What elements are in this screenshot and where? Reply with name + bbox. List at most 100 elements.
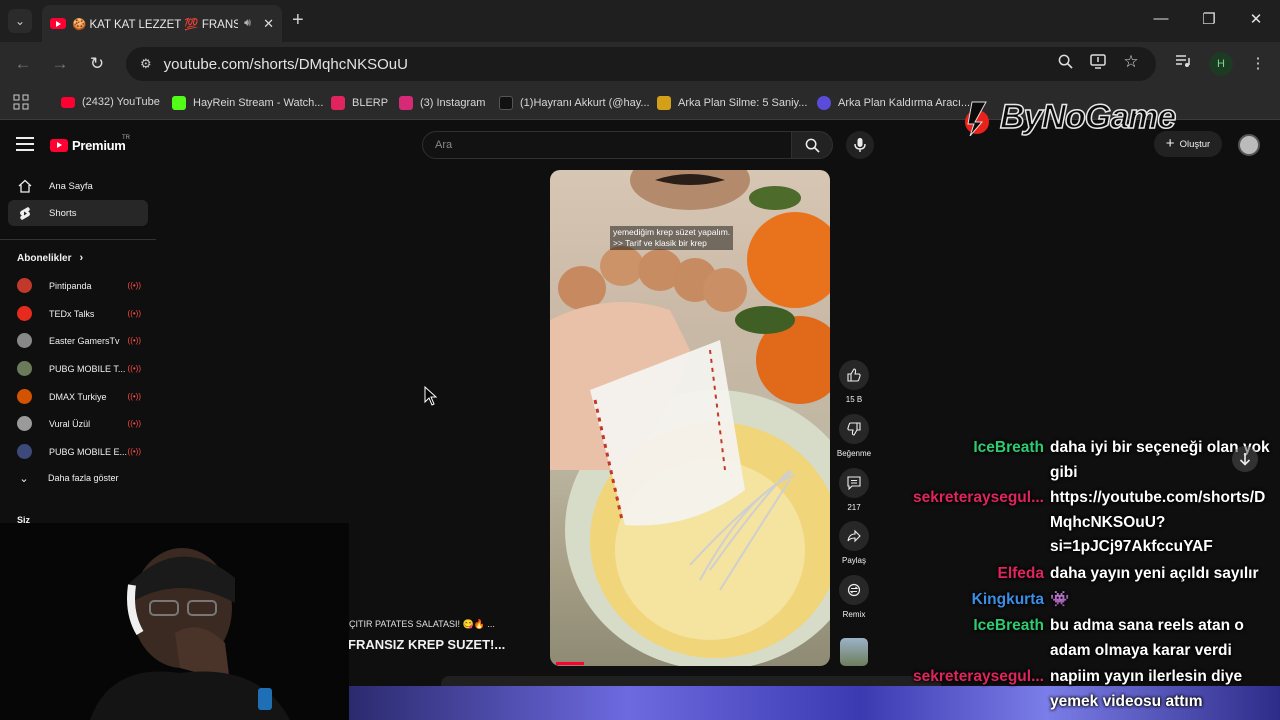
close-window-button[interactable]: ✕ (1246, 10, 1266, 28)
dislike-button[interactable]: Beğenme (836, 414, 872, 458)
next-short-button[interactable] (1232, 446, 1258, 472)
subscription-item[interactable]: Easter GamersTv ((•)) (17, 333, 145, 348)
zoom-icon[interactable] (1054, 54, 1076, 73)
browser-tab-bar: ⌄ 🍪 KAT KAT LEZZET 💯 FRANSIZ 🔊︎ ✕ + — ❐ … (0, 0, 1280, 42)
live-indicator-icon: ((•)) (127, 447, 141, 456)
subscription-item[interactable]: DMAX Turkiye ((•)) (17, 389, 145, 404)
mouse-cursor-icon (424, 386, 438, 406)
site-info-icon[interactable]: ⚙ (140, 56, 152, 72)
chat-emote: 👾 (1050, 591, 1070, 608)
share-icon (839, 521, 869, 551)
tiktok-bookmark-icon (499, 96, 513, 110)
previous-short-title[interactable]: ÇITIR PATATES SALATASI! 😋🔥 ... (349, 619, 495, 630)
chat-username: IceBreath (973, 617, 1044, 634)
kick-bookmark-icon (172, 96, 186, 110)
back-button[interactable]: ← (12, 54, 34, 74)
comments-button[interactable]: 217 (836, 468, 872, 512)
tab-search-button[interactable]: ⌄ (8, 9, 32, 33)
current-short-title[interactable]: FRANSIZ KREP SUZET!... (348, 637, 505, 652)
subscription-item[interactable]: Vural Üzül ((•)) (17, 416, 145, 431)
blerp-bookmark-icon (331, 96, 345, 110)
arrow-down-icon (1239, 453, 1251, 466)
chat-message: sekreteraysegul... napiim yayın ilerlesi… (880, 665, 1280, 714)
bookmark-instagram[interactable]: (3) Instagram (399, 96, 485, 110)
new-tab-button[interactable]: + (292, 10, 304, 30)
install-app-icon[interactable] (1087, 54, 1109, 73)
close-tab-icon[interactable]: ✕ (263, 16, 274, 32)
show-more-button[interactable]: ⌄ Daha fazla göster (17, 471, 145, 485)
search-input[interactable]: Ara (422, 131, 792, 159)
subscriptions-heading[interactable]: Abonelikler › (17, 252, 83, 264)
speaker-icon[interactable]: 🔊︎ (244, 17, 251, 30)
video-progress-bar[interactable] (556, 662, 584, 665)
bynogame-logo-icon (965, 101, 989, 136)
instagram-bookmark-icon (399, 96, 413, 110)
thumbs-up-icon (839, 360, 869, 390)
browser-tab[interactable]: 🍪 KAT KAT LEZZET 💯 FRANSIZ 🔊︎ ✕ (42, 5, 282, 42)
browser-menu-icon[interactable]: ⋮ (1247, 54, 1269, 72)
arka-plan-kaldirma-bookmark-icon (817, 96, 831, 110)
channel-avatar (17, 278, 32, 293)
youtube-premium-logo[interactable]: Premium (50, 138, 126, 153)
voice-search-button[interactable] (846, 131, 874, 159)
channel-avatar (17, 333, 32, 348)
subscription-item[interactable]: PUBG MOBILE T... ((•)) (17, 361, 145, 376)
address-bar[interactable]: ⚙ youtube.com/shorts/DMqhcNKSOuU (126, 47, 1156, 81)
search-icon (805, 138, 820, 153)
chat-username: Elfeda (997, 565, 1044, 582)
profile-avatar[interactable]: H (1209, 52, 1233, 76)
media-controls-icon[interactable] (1172, 54, 1194, 72)
youtube-logo-icon (50, 139, 68, 152)
hamburger-menu-icon[interactable] (16, 137, 34, 151)
subscription-item[interactable]: PUBG MOBILE E... ((•)) (17, 444, 145, 459)
youtube-sidebar: Ana Sayfa Shorts Abonelikler › Pintipand… (0, 169, 156, 525)
minimize-button[interactable]: — (1151, 10, 1171, 27)
chat-message: IceBreath daha iyi bir seçeneği olan yok… (880, 436, 1280, 485)
live-indicator-icon: ((•)) (127, 281, 141, 290)
chat-username: sekreteraysegul... (913, 668, 1044, 685)
shorts-icon (18, 206, 32, 220)
sidebar-item-shorts[interactable]: Shorts (8, 200, 148, 226)
chevron-down-icon: ⌄ (19, 472, 29, 485)
channel-avatar (17, 389, 32, 404)
apps-grid-icon[interactable] (13, 94, 29, 110)
live-indicator-icon: ((•)) (127, 309, 141, 318)
forward-button[interactable]: → (49, 54, 71, 74)
bookmark-hayrein-stream[interactable]: HayRein Stream - Watch... (172, 96, 323, 110)
bookmark-tiktok[interactable]: (1)Hayranı Akkurt (@hay... (499, 96, 650, 110)
search-button[interactable] (791, 131, 833, 159)
arka-plan-silme-bookmark-icon (657, 96, 671, 110)
subscription-item[interactable]: Pintipanda ((•)) (17, 278, 145, 293)
remix-button[interactable]: Remix (836, 575, 872, 619)
sidebar-item-home[interactable]: Ana Sayfa (8, 173, 148, 199)
shorts-video-player[interactable]: yemediğim krep süzet yapalım. >> Tarif v… (550, 170, 830, 666)
reload-button[interactable]: ↻ (86, 54, 108, 74)
bookmark-arka-plan-silme[interactable]: Arka Plan Silme: 5 Saniy... (657, 96, 807, 110)
live-indicator-icon: ((•)) (127, 392, 141, 401)
tab-title: 🍪 KAT KAT LEZZET 💯 FRANSIZ (72, 18, 239, 31)
bookmark-star-icon[interactable]: ☆ (1120, 52, 1142, 72)
live-indicator-icon: ((•)) (127, 336, 141, 345)
audio-thumbnail[interactable] (840, 638, 868, 666)
bookmark-youtube[interactable]: (2432) YouTube (61, 96, 160, 108)
subscription-item[interactable]: TEDx Talks ((•)) (17, 306, 145, 321)
remix-icon (839, 575, 869, 605)
share-button[interactable]: Paylaş (836, 521, 872, 565)
chat-text: bu adma sana reels atan o adam olmaya kar… (1050, 617, 1244, 659)
chat-message: Elfeda daha yayın yeni açıldı sayılır (880, 562, 1280, 587)
video-caption: yemediğim krep süzet yapalım. >> Tarif v… (610, 226, 734, 250)
account-avatar[interactable] (1238, 134, 1260, 156)
chat-message: IceBreath bu adma sana reels atan o adam … (880, 614, 1280, 663)
country-code: TR (122, 135, 130, 141)
microphone-icon (854, 138, 866, 152)
search-placeholder: Ara (435, 139, 453, 151)
channel-avatar (17, 416, 32, 431)
restore-button[interactable]: ❐ (1199, 10, 1219, 28)
chat-username: sekreteraysegul... (913, 489, 1044, 506)
browser-toolbar: ← → ↻ ⚙ youtube.com/shorts/DMqhcNKSOuU ☆… (0, 42, 1280, 86)
bookmark-arka-plan-kaldirma[interactable]: Arka Plan Kaldırma Aracı... (817, 96, 970, 110)
like-button[interactable]: 15 B (836, 360, 872, 404)
chat-text: daha yayın yeni açıldı sayılır (1050, 565, 1259, 582)
bookmark-blerp[interactable]: BLERP (331, 96, 388, 110)
live-indicator-icon: ((•)) (127, 364, 141, 373)
